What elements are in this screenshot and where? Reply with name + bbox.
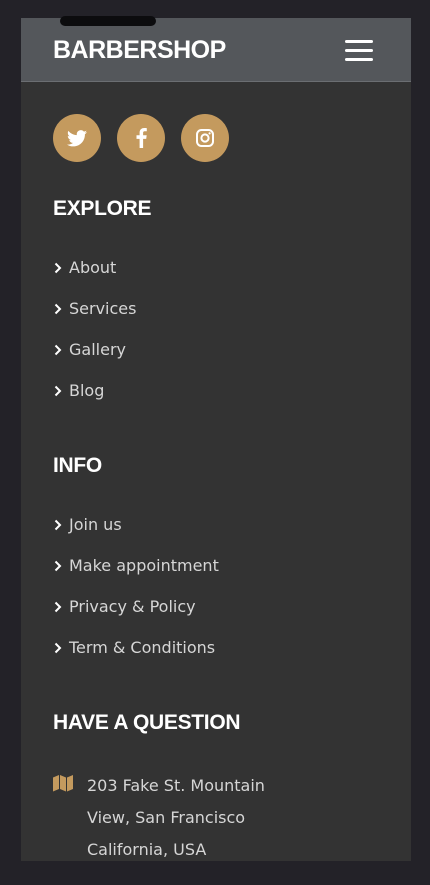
info-link-join-us[interactable]: Join us	[53, 504, 219, 545]
chevron-right-icon	[54, 303, 62, 314]
chevron-right-icon	[54, 642, 62, 653]
hamburger-line	[345, 58, 373, 61]
hamburger-line	[345, 40, 373, 43]
brand-logo[interactable]: BARBERSHOP	[53, 36, 226, 65]
link-label: Gallery	[69, 340, 126, 359]
info-links: Join us Make appointment Privacy & Polic…	[53, 504, 219, 668]
link-label: Privacy & Policy	[69, 597, 196, 616]
link-label: Term & Conditions	[69, 638, 216, 657]
hamburger-line	[345, 49, 373, 52]
explore-link-about[interactable]: About	[53, 247, 136, 288]
explore-link-gallery[interactable]: Gallery	[53, 329, 136, 370]
link-label: Services	[69, 299, 137, 318]
facebook-button[interactable]	[117, 114, 165, 162]
top-navbar: BARBERSHOP	[21, 18, 411, 82]
chevron-right-icon	[54, 262, 62, 273]
chevron-right-icon	[54, 560, 62, 571]
explore-links: About Services Gallery Blog	[53, 247, 136, 411]
chevron-right-icon	[54, 519, 62, 530]
link-label: Make appointment	[69, 556, 219, 575]
address-line: California, USA	[87, 840, 207, 859]
link-label: Blog	[69, 381, 105, 400]
info-link-make-appointment[interactable]: Make appointment	[53, 545, 219, 586]
map-icon	[53, 775, 73, 792]
info-heading: INFO	[53, 454, 102, 477]
address-line: View, San Francisco	[87, 808, 246, 827]
question-heading: HAVE A QUESTION	[53, 711, 241, 734]
device-notch	[60, 16, 156, 26]
link-label: About	[69, 258, 117, 277]
explore-heading: EXPLORE	[53, 197, 152, 220]
hamburger-menu-button[interactable]	[343, 38, 375, 64]
mobile-screen: BARBERSHOP EXPLORE About Services Galler…	[21, 18, 411, 861]
link-label: Join us	[69, 515, 122, 534]
twitter-button[interactable]	[53, 114, 101, 162]
chevron-right-icon	[54, 385, 62, 396]
facebook-icon	[136, 128, 147, 148]
explore-link-blog[interactable]: Blog	[53, 370, 136, 411]
info-link-privacy-policy[interactable]: Privacy & Policy	[53, 586, 219, 627]
explore-link-services[interactable]: Services	[53, 288, 136, 329]
contact-address: 203 Fake St. Mountain View, San Francisc…	[53, 770, 265, 861]
instagram-button[interactable]	[181, 114, 229, 162]
address-line: 203 Fake St. Mountain	[87, 776, 265, 795]
address-text: 203 Fake St. Mountain View, San Francisc…	[87, 770, 265, 861]
instagram-icon	[196, 129, 214, 147]
social-links	[53, 114, 229, 162]
info-link-terms-conditions[interactable]: Term & Conditions	[53, 627, 219, 668]
chevron-right-icon	[54, 601, 62, 612]
twitter-icon	[67, 129, 87, 146]
chevron-right-icon	[54, 344, 62, 355]
